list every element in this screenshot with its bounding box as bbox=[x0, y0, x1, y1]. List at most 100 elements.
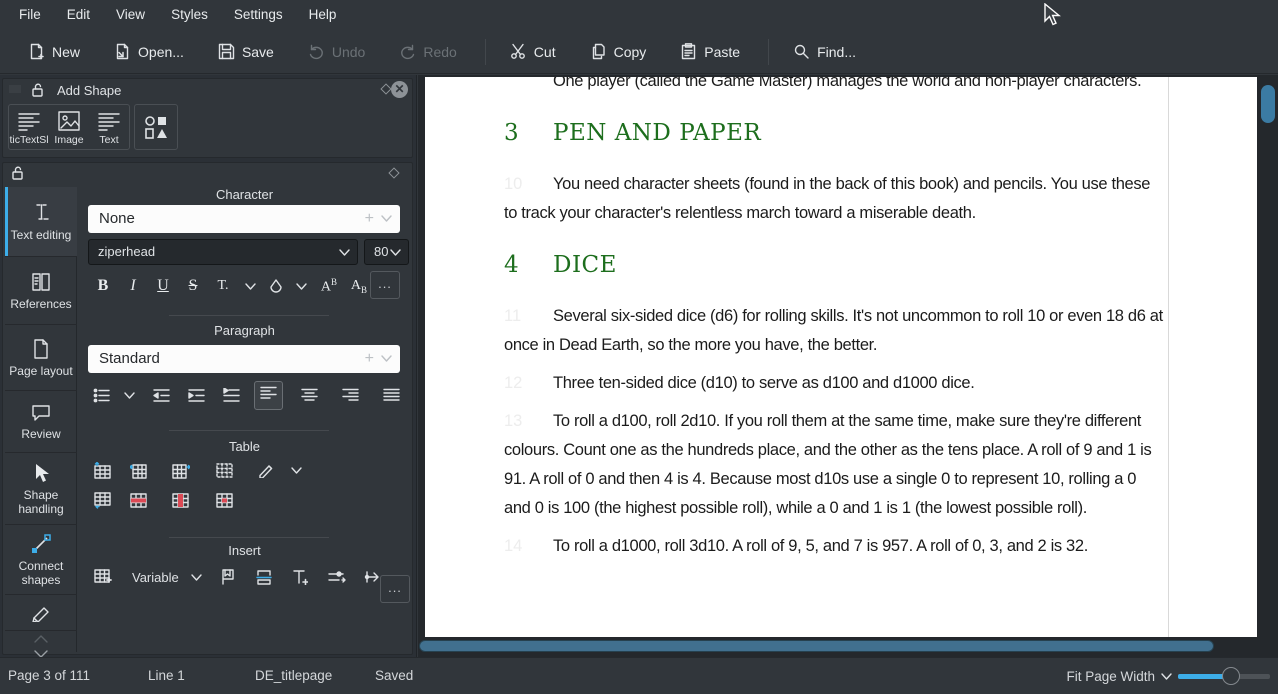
zoom-slider-handle[interactable] bbox=[1222, 667, 1240, 685]
italic-button[interactable]: I bbox=[118, 277, 148, 295]
chevron-down-icon[interactable] bbox=[1161, 673, 1172, 680]
section-separator bbox=[169, 315, 329, 316]
horizontal-scrollbar-thumb[interactable] bbox=[419, 640, 1214, 652]
menu-help[interactable]: Help bbox=[296, 0, 350, 30]
find-button[interactable]: Find... bbox=[783, 37, 866, 66]
tab-text-editing[interactable]: Text editing bbox=[5, 187, 77, 257]
tab-review[interactable]: Review bbox=[5, 391, 77, 453]
decrease-indent-icon[interactable] bbox=[153, 388, 170, 403]
unlock-icon[interactable] bbox=[11, 166, 24, 180]
increase-indent-icon[interactable] bbox=[188, 388, 205, 403]
paste-button[interactable]: Paste bbox=[670, 37, 750, 66]
undo-button[interactable]: Undo bbox=[298, 37, 375, 66]
add-style-icon[interactable]: + bbox=[365, 345, 374, 373]
menu-view[interactable]: View bbox=[103, 0, 158, 30]
list-style-icon[interactable] bbox=[93, 388, 110, 403]
bookmark-icon[interactable] bbox=[220, 569, 236, 585]
table-borders-icon[interactable] bbox=[216, 462, 234, 479]
first-line-indent-icon[interactable] bbox=[223, 388, 240, 403]
chevron-down-icon[interactable] bbox=[245, 283, 256, 290]
insert-column-right-icon[interactable] bbox=[172, 462, 190, 479]
align-justify-icon[interactable] bbox=[383, 388, 400, 402]
zoom-controls: Fit Page Width bbox=[1066, 658, 1270, 694]
align-center-icon[interactable] bbox=[301, 388, 318, 402]
highlight-color-icon[interactable] bbox=[268, 279, 284, 294]
font-family-combo[interactable]: ziperhead bbox=[88, 239, 358, 265]
align-right-icon[interactable] bbox=[342, 388, 359, 402]
paragraph-10: 10 You need character sheets (found in t… bbox=[504, 170, 1166, 228]
underline-button[interactable]: U bbox=[148, 277, 178, 295]
sort-table-icon[interactable] bbox=[94, 492, 112, 509]
paragraph-style-combo[interactable]: Standard + bbox=[88, 345, 400, 373]
menu-edit[interactable]: Edit bbox=[54, 0, 103, 30]
tab-connect-shapes[interactable]: Connect shapes bbox=[5, 525, 77, 595]
more-shapes-button[interactable] bbox=[134, 104, 178, 150]
vertical-scrollbar[interactable] bbox=[1257, 75, 1278, 657]
float-panel-icon[interactable] bbox=[380, 83, 391, 94]
cut-button[interactable]: Cut bbox=[500, 37, 566, 66]
menu-styles[interactable]: Styles bbox=[158, 0, 221, 30]
slider-control-icon[interactable] bbox=[328, 570, 346, 584]
menu-settings[interactable]: Settings bbox=[221, 0, 296, 30]
zoom-slider[interactable] bbox=[1178, 674, 1270, 679]
page-indicator[interactable]: Page 3 of 111 bbox=[8, 668, 90, 683]
static-text-shape-button[interactable]: ticTextSl bbox=[9, 105, 49, 149]
page-icon bbox=[30, 338, 52, 360]
line-indicator: Line 1 bbox=[148, 668, 185, 683]
document-content[interactable]: One player (called the Game Master) mana… bbox=[504, 77, 1166, 570]
insert-row-above-icon[interactable] bbox=[94, 462, 112, 479]
delete-column-icon[interactable] bbox=[172, 492, 190, 509]
tab-references[interactable]: References bbox=[5, 257, 77, 325]
paragraph-section-title: Paragraph bbox=[81, 323, 408, 338]
vertical-scrollbar-thumb[interactable] bbox=[1261, 85, 1275, 123]
float-panel-icon[interactable] bbox=[388, 167, 399, 178]
font-size-combo[interactable]: 80 bbox=[364, 239, 409, 265]
tool-tab-column: Text editing References Page layout Revi… bbox=[5, 187, 77, 652]
delete-row-icon[interactable] bbox=[130, 492, 148, 509]
text-color-button[interactable]: T. bbox=[208, 278, 238, 294]
delete-table-icon[interactable] bbox=[216, 492, 234, 509]
image-shape-button[interactable]: Image bbox=[49, 105, 89, 149]
redo-button[interactable]: Redo bbox=[389, 37, 466, 66]
new-button[interactable]: New bbox=[18, 37, 90, 66]
scroll-tabs-up-button[interactable] bbox=[5, 631, 77, 646]
chevron-down-icon[interactable] bbox=[296, 283, 307, 290]
insert-variable-button[interactable]: Variable bbox=[132, 570, 179, 585]
insert-table-icon[interactable] bbox=[94, 569, 112, 586]
page-break-icon[interactable] bbox=[256, 569, 272, 585]
toolbar-separator bbox=[768, 39, 769, 65]
strikethrough-button[interactable]: S bbox=[178, 277, 208, 295]
chevron-down-icon[interactable] bbox=[381, 355, 392, 362]
chevron-down-icon[interactable] bbox=[291, 467, 302, 474]
open-button[interactable]: Open... bbox=[104, 37, 194, 66]
bold-button[interactable]: B bbox=[88, 277, 118, 295]
text-shape-button[interactable]: Text bbox=[89, 105, 129, 149]
chevron-down-icon[interactable] bbox=[191, 574, 202, 581]
character-more-button[interactable]: ... bbox=[370, 271, 400, 299]
zoom-mode-selector[interactable]: Fit Page Width bbox=[1066, 669, 1155, 684]
tab-shape-handling[interactable]: Shape handling bbox=[5, 453, 77, 525]
tab-page-layout[interactable]: Page layout bbox=[5, 325, 77, 391]
tab-calligraphy[interactable] bbox=[5, 595, 77, 631]
heading-pen-and-paper: 3 PEN AND PAPER bbox=[504, 116, 1166, 150]
horizontal-scrollbar[interactable] bbox=[419, 640, 1214, 653]
document-page[interactable]: One player (called the Game Master) mana… bbox=[425, 77, 1257, 637]
chevron-down-icon[interactable] bbox=[124, 392, 135, 399]
unlock-icon[interactable] bbox=[31, 83, 44, 97]
current-style-name[interactable]: DE_titlepage bbox=[255, 668, 332, 683]
save-button[interactable]: Save bbox=[208, 37, 284, 66]
branch-arrows-icon[interactable] bbox=[364, 570, 382, 584]
superscript-button[interactable]: AB bbox=[314, 277, 344, 296]
close-icon[interactable]: ✕ bbox=[391, 81, 408, 98]
edit-table-icon[interactable] bbox=[258, 462, 275, 478]
chevron-down-icon[interactable] bbox=[381, 215, 392, 222]
add-style-icon[interactable]: + bbox=[365, 205, 374, 233]
align-left-button[interactable] bbox=[254, 381, 283, 410]
copy-button[interactable]: Copy bbox=[580, 37, 657, 66]
insert-text-icon[interactable] bbox=[292, 569, 308, 585]
table-row-1 bbox=[88, 459, 308, 481]
character-style-combo[interactable]: None + bbox=[88, 205, 400, 233]
insert-column-left-icon[interactable] bbox=[130, 462, 148, 479]
drag-handle-icon[interactable] bbox=[9, 85, 21, 93]
menu-file[interactable]: File bbox=[6, 0, 54, 30]
